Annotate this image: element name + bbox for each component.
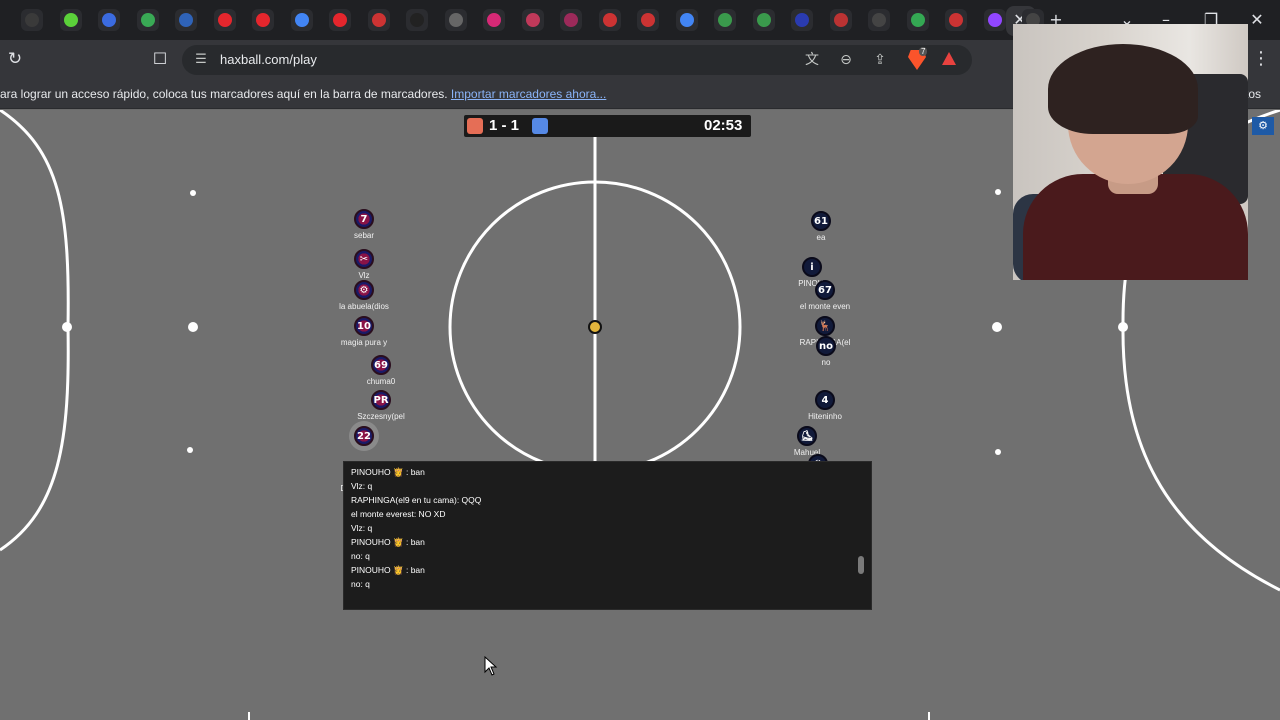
chat-message: el monte everest: NO XD	[351, 509, 446, 519]
translate-icon[interactable]: 文	[802, 50, 822, 70]
match-timer: 02:53	[704, 117, 743, 134]
url-text[interactable]: haxball.com/play	[220, 52, 317, 67]
address-bar[interactable]: ☰ haxball.com/play 文 ⊖ ⇪ 7	[182, 45, 972, 75]
red-player: 7	[354, 209, 374, 229]
tab-favicon-icon[interactable]	[290, 9, 313, 31]
tab-favicon-icon[interactable]	[868, 9, 890, 31]
share-icon[interactable]: ⇪	[870, 50, 890, 70]
blue-player: 🦌	[815, 316, 835, 336]
chat-message: Vlz: q	[351, 481, 373, 491]
tab-favicon-icon[interactable]	[483, 9, 505, 31]
red-team-color	[467, 118, 483, 134]
tab-favicon-icon[interactable]	[175, 9, 197, 31]
settings-gear-icon[interactable]: ⚙	[1252, 117, 1274, 135]
player-name: chuma0	[366, 377, 396, 386]
tab-favicon-icon[interactable]	[714, 9, 736, 31]
tab-favicon-icon[interactable]	[59, 9, 82, 31]
player-name: no	[821, 358, 831, 367]
red-player: 10	[354, 316, 374, 336]
blue-player: 4	[815, 390, 835, 410]
tab-favicon-icon[interactable]	[906, 9, 929, 31]
chat-message: RAPHINGA(el9 en tu cama): QQQ	[351, 495, 482, 505]
import-bookmarks-link[interactable]: Importar marcadores ahora...	[451, 87, 606, 101]
bookmark-icon[interactable]: ☐	[150, 48, 170, 70]
scoreboard: 1 - 1 02:53	[464, 115, 751, 137]
ball	[588, 320, 602, 334]
blue-team-color	[532, 118, 548, 134]
chat-scroll-thumb[interactable]	[858, 556, 864, 574]
tab-favicon-icon[interactable]	[791, 9, 813, 31]
red-player: ⚙	[354, 280, 374, 300]
bookmarks-prompt: ara lograr un acceso rápido, coloca tus …	[0, 87, 606, 101]
tab-favicon-icon[interactable]	[637, 9, 659, 31]
red-player: ✂	[354, 249, 374, 269]
blue-player: 61	[811, 211, 831, 231]
tab-favicon-icon[interactable]	[521, 9, 544, 31]
bookmarks-prompt-text: ara lograr un acceso rápido, coloca tus …	[0, 87, 448, 101]
player-name: Szczesny(pel	[357, 412, 405, 421]
tab-favicon-icon[interactable]	[329, 9, 351, 31]
tab-favicon-icon[interactable]	[675, 9, 698, 31]
player-name: Hiteninho	[808, 412, 842, 421]
browser-menu-icon[interactable]: ⋮	[1250, 48, 1272, 70]
tab-favicon-icon[interactable]	[21, 9, 43, 31]
player-name: magia pura y	[340, 338, 388, 347]
blue-player: no	[816, 336, 836, 356]
tab-favicon-icon[interactable]	[444, 9, 467, 31]
red-player: 22	[354, 426, 374, 446]
zoom-icon[interactable]: ⊖	[836, 50, 856, 70]
player-name: Vlz	[358, 271, 370, 280]
player-name: ea	[816, 233, 826, 242]
player-name: el monte even	[799, 302, 851, 311]
tab-favicon-icon[interactable]	[983, 9, 1006, 31]
red-player: PR	[371, 390, 391, 410]
tab-favicon-icon[interactable]	[98, 9, 120, 31]
site-settings-icon[interactable]: ☰	[192, 51, 210, 69]
tab-favicon-icon[interactable]	[945, 9, 967, 31]
tab-favicon-icon[interactable]	[560, 9, 582, 31]
score-text: 1 - 1	[489, 117, 520, 134]
blue-player: i	[802, 257, 822, 277]
tab-favicon-icon[interactable]	[752, 9, 775, 31]
blue-player: ⛸	[797, 426, 817, 446]
chat-message: PINOUHO 👸 : ban	[351, 537, 425, 547]
tab-favicon-icon[interactable]	[136, 9, 159, 31]
player-name: la abuela(dios	[339, 302, 389, 311]
tab-favicon-icon[interactable]	[252, 9, 274, 31]
tab-favicon-icon[interactable]	[598, 9, 621, 31]
brave-shields-count: 7	[919, 47, 928, 56]
reload-icon[interactable]: ↻	[4, 48, 26, 70]
chat-message: PINOUHO 👸 : ban	[351, 565, 425, 575]
window-close-icon[interactable]: ✕	[1246, 9, 1268, 31]
chat-scrollbar[interactable]	[857, 470, 865, 590]
chat-box: PINOUHO 👸 : ban Vlz: q RAPHINGA(el9 en tu …	[343, 461, 872, 610]
brave-rewards-icon[interactable]	[942, 52, 956, 65]
chat-message: PINOUHO 👸 : ban	[351, 467, 425, 477]
red-player: 69	[371, 355, 391, 375]
chat-message: no: q	[351, 579, 370, 589]
blue-player: 67	[815, 280, 835, 300]
mouse-cursor-icon	[484, 656, 498, 676]
tab-favicon-icon[interactable]	[406, 9, 428, 31]
tab-favicon-icon[interactable]	[213, 9, 236, 31]
chat-message: no: q	[351, 551, 370, 561]
tab-favicon-icon[interactable]	[829, 9, 852, 31]
webcam-overlay	[1013, 24, 1248, 280]
chat-message: Vlz: q	[351, 523, 373, 533]
player-name: sebar	[353, 231, 375, 240]
tab-favicon-icon[interactable]	[367, 9, 390, 31]
